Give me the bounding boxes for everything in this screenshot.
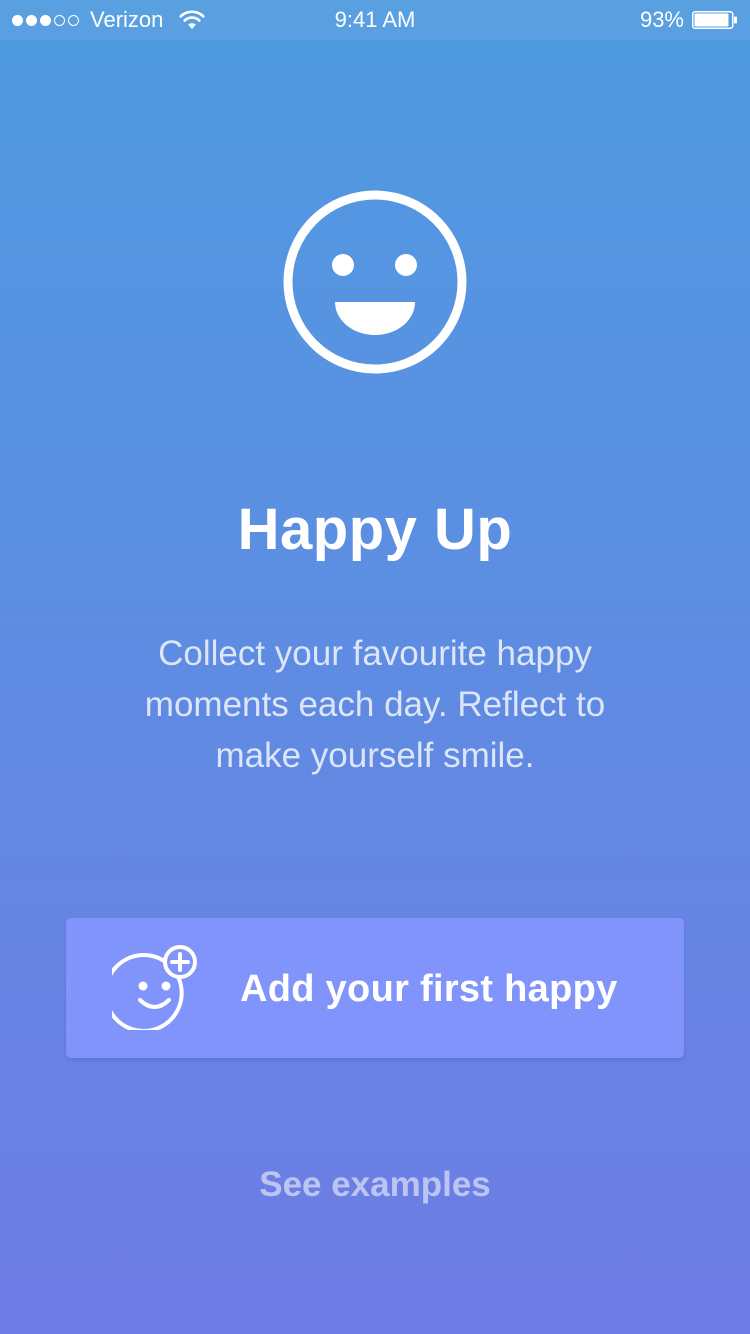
battery-percentage: 93% (639, 7, 684, 32)
status-bar: Verizon 9:41 AM 93% (0, 0, 750, 40)
smiley-face-icon (283, 190, 467, 374)
see-examples-link[interactable]: See examples (0, 1160, 750, 1210)
onboarding-screen: Verizon 9:41 AM 93% Happy Up Collect you… (0, 0, 750, 1334)
add-first-happy-label: Add your first happy (240, 968, 618, 1010)
add-first-happy-button[interactable]: Add your first happy (66, 918, 684, 1058)
app-tagline: Collect your favourite happy moments eac… (100, 628, 650, 781)
battery-icon (692, 11, 737, 29)
tagline-line: make yourself smile. (215, 736, 535, 775)
tagline-line: Collect your favourite happy (158, 634, 592, 673)
add-happy-icon (112, 945, 197, 1030)
app-title: Happy Up (237, 497, 513, 562)
tagline-line: moments each day. Reflect to (144, 685, 606, 724)
status-time: 9:41 AM (334, 7, 416, 32)
